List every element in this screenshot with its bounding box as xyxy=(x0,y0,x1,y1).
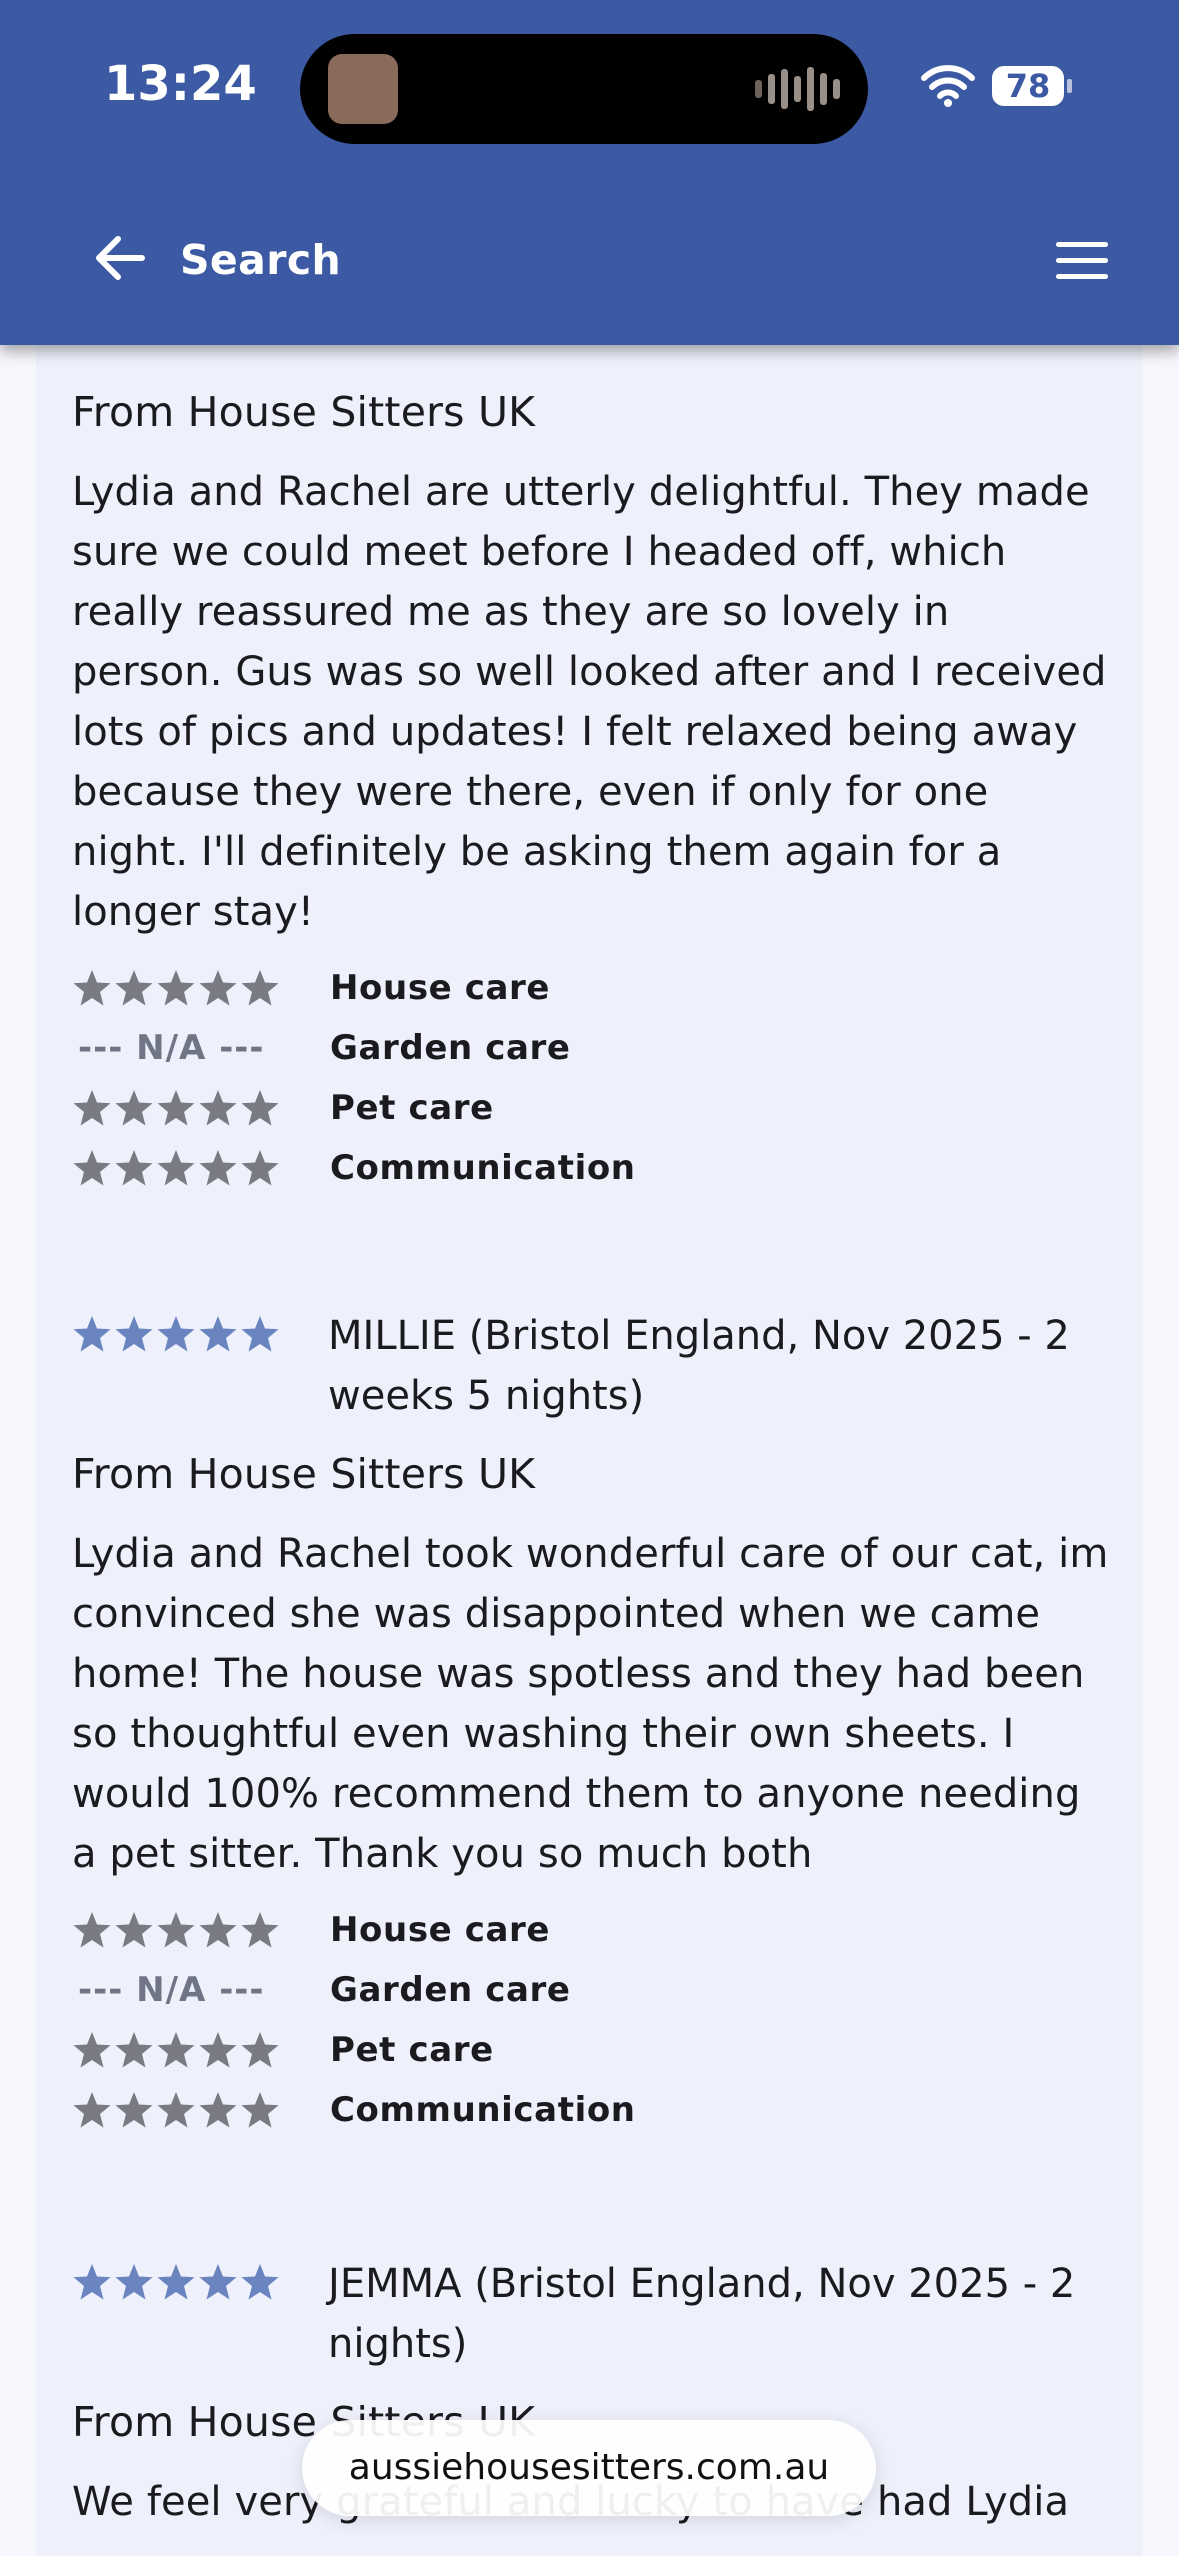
page-margin-left xyxy=(0,0,36,2556)
review-text: Lydia and Rachel took wonderful care of … xyxy=(72,1531,1109,1877)
star-icon xyxy=(199,2264,237,2300)
star-rating xyxy=(72,1148,330,1188)
rating-row-house-care: House care xyxy=(72,958,1112,1018)
review-source: From House Sitters UK xyxy=(72,388,536,436)
wifi-icon xyxy=(921,65,975,107)
star-icon xyxy=(73,2032,111,2068)
overall-star-rating xyxy=(72,2254,328,2302)
star-icon xyxy=(157,970,195,1006)
rating-label: Communication xyxy=(330,1148,636,1188)
page-margin-right xyxy=(1142,0,1179,2556)
star-icon xyxy=(115,2032,153,2068)
star-icon xyxy=(73,1090,111,1126)
star-icon xyxy=(199,1090,237,1126)
star-icon xyxy=(157,2092,195,2128)
rating-row-garden-care: --- N/A --- Garden care xyxy=(72,1960,1112,2020)
star-rating xyxy=(72,1910,330,1950)
review-text: Lydia and Rachel are utterly delightful.… xyxy=(72,469,1107,935)
rating-row-garden-care: --- N/A --- Garden care xyxy=(72,1018,1112,1078)
rating-row-communication: Communication xyxy=(72,2080,1112,2140)
star-icon xyxy=(73,1316,111,1352)
rating-row-pet-care: Pet care xyxy=(72,2020,1112,2080)
star-icon xyxy=(115,970,153,1006)
star-icon xyxy=(157,2264,195,2300)
star-icon xyxy=(115,2264,153,2300)
na-rating: --- N/A --- xyxy=(78,1970,265,2010)
star-icon xyxy=(115,2092,153,2128)
star-icon xyxy=(199,1912,237,1948)
star-rating xyxy=(72,2090,330,2130)
reviewer-name: MILLIE (Bristol England, Nov 2025 - 2 we… xyxy=(328,1313,1070,1419)
star-icon xyxy=(241,2032,279,2068)
star-rating xyxy=(72,968,330,1008)
rating-row-house-care: House care xyxy=(72,1900,1112,1960)
reviewer-header: MILLIE (Bristol England, Nov 2025 - 2 we… xyxy=(72,1306,1112,1426)
back-arrow-icon[interactable] xyxy=(92,230,148,286)
battery-tip xyxy=(1067,79,1072,93)
star-icon xyxy=(115,1316,153,1352)
star-icon xyxy=(157,1150,195,1186)
star-icon xyxy=(241,970,279,1006)
star-rating xyxy=(72,1088,330,1128)
star-icon xyxy=(115,1090,153,1126)
star-icon xyxy=(241,2264,279,2300)
rating-label: Garden care xyxy=(330,1028,571,1068)
rating-label: Pet care xyxy=(330,2030,494,2070)
hamburger-menu-icon[interactable] xyxy=(1054,238,1110,284)
na-rating: --- N/A --- xyxy=(78,1028,265,1068)
star-icon xyxy=(157,2032,195,2068)
review-card: MILLIE (Bristol England, Nov 2025 - 2 we… xyxy=(72,1306,1112,2140)
search-link[interactable]: Search xyxy=(180,236,341,284)
dynamic-island[interactable] xyxy=(300,34,868,144)
rating-label: House care xyxy=(330,968,551,1008)
app-header: 13:24 78 Search xyxy=(0,0,1179,345)
rating-label: House care xyxy=(330,1910,551,1950)
star-icon xyxy=(241,1090,279,1126)
star-icon xyxy=(73,2092,111,2128)
audio-waveform-icon xyxy=(755,66,840,112)
star-icon xyxy=(199,2032,237,2068)
rating-list: House care --- N/A --- Garden care Pet c… xyxy=(72,1900,1112,2140)
reviewer-header: JEMMA (Bristol England, Nov 2025 - 2 nig… xyxy=(72,2254,1112,2374)
star-icon xyxy=(73,1150,111,1186)
rating-row-pet-care: Pet care xyxy=(72,1078,1112,1138)
browser-url-bar[interactable]: aussiehousesitters.com.au xyxy=(302,2420,876,2516)
rating-row-communication: Communication xyxy=(72,1138,1112,1198)
now-playing-artwork xyxy=(328,54,398,124)
rating-list: House care --- N/A --- Garden care Pet c… xyxy=(72,958,1112,1198)
star-icon xyxy=(241,2092,279,2128)
star-icon xyxy=(73,2264,111,2300)
star-icon xyxy=(115,1912,153,1948)
star-icon xyxy=(157,1316,195,1352)
star-icon xyxy=(199,1316,237,1352)
star-icon xyxy=(199,1150,237,1186)
star-icon xyxy=(241,1150,279,1186)
rating-label: Garden care xyxy=(330,1970,571,2010)
star-icon xyxy=(199,970,237,1006)
rating-label: Communication xyxy=(330,2090,636,2130)
star-icon xyxy=(241,1912,279,1948)
star-icon xyxy=(199,2092,237,2128)
star-icon xyxy=(73,970,111,1006)
review-card: From House Sitters UK Lydia and Rachel a… xyxy=(72,384,1112,1198)
star-icon xyxy=(157,1912,195,1948)
star-rating xyxy=(72,2030,330,2070)
overall-star-rating xyxy=(72,1306,328,1354)
rating-label: Pet care xyxy=(330,1088,494,1128)
review-source: From House Sitters UK xyxy=(72,1450,536,1498)
star-icon xyxy=(241,1316,279,1352)
star-icon xyxy=(115,1150,153,1186)
star-icon xyxy=(73,1912,111,1948)
status-time: 13:24 xyxy=(104,56,257,112)
battery-indicator: 78 xyxy=(992,66,1064,106)
reviewer-name: JEMMA (Bristol England, Nov 2025 - 2 nig… xyxy=(328,2261,1076,2367)
star-icon xyxy=(157,1090,195,1126)
